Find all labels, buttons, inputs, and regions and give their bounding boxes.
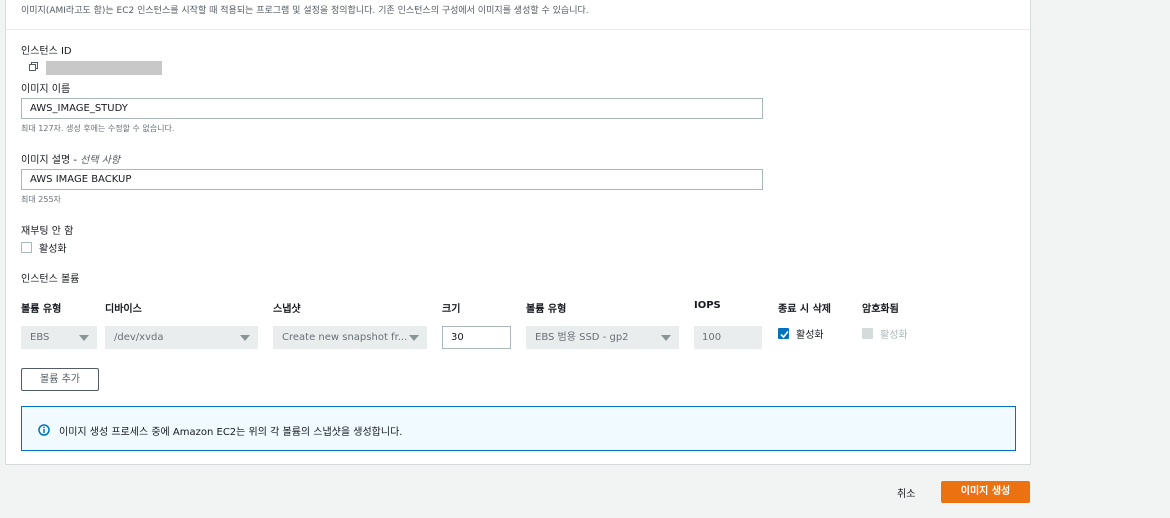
info-icon — [38, 424, 50, 436]
volume-type-value: EBS — [30, 332, 50, 343]
delete-on-termination-checkbox[interactable] — [778, 328, 789, 339]
chevron-down-icon — [79, 335, 89, 341]
chevron-down-icon — [240, 335, 250, 341]
delete-on-termination-label: 활성화 — [796, 330, 824, 341]
col-iops: IOPS — [694, 300, 721, 311]
image-name-input[interactable] — [21, 98, 763, 119]
no-reboot-checkbox-label: 활성화 — [39, 244, 67, 255]
col-volume-type: 볼륨 유형 — [21, 304, 62, 315]
col-ebs-volume-type: 볼륨 유형 — [526, 304, 567, 315]
chevron-down-icon — [409, 335, 419, 341]
image-description-label-text: 이미지 설명 - — [21, 155, 81, 166]
description-row: 이미지(AMI라고도 함)는 EC2 인스턴스를 시작할 때 적용되는 프로그램… — [6, 0, 1030, 30]
image-description-hint: 최대 255자 — [21, 195, 61, 204]
no-reboot-checkbox[interactable] — [21, 242, 32, 253]
checkmark-icon — [780, 330, 789, 339]
col-snapshot: 스냅샷 — [273, 304, 301, 315]
size-input[interactable] — [442, 326, 511, 349]
instance-id-value-redacted — [46, 61, 162, 75]
image-description-input[interactable] — [21, 169, 763, 190]
image-name-label: 이미지 이름 — [21, 84, 71, 95]
no-reboot-label: 재부팅 안 함 — [21, 226, 74, 237]
snapshot-value: Create new snapshot fr... — [282, 332, 408, 343]
info-alert: 이미지 생성 프로세스 중에 Amazon EC2는 위의 각 볼륨의 스냅샷을… — [21, 406, 1016, 451]
create-image-button[interactable]: 이미지 생성 — [941, 481, 1030, 503]
device-select[interactable]: /dev/xvda — [105, 326, 258, 349]
col-delete-on-termination: 종료 시 삭제 — [778, 304, 831, 315]
col-encrypted: 암호화됨 — [862, 304, 899, 315]
image-description-label: 이미지 설명 - 선택 사항 — [21, 151, 120, 166]
volume-type-select[interactable]: EBS — [21, 326, 97, 349]
encrypted-checkbox — [862, 328, 873, 339]
instance-volumes-label: 인스턴스 볼륨 — [21, 274, 80, 285]
device-value: /dev/xvda — [114, 332, 164, 343]
copy-icon[interactable] — [29, 62, 38, 71]
iops-field: 100 — [694, 326, 762, 349]
chevron-down-icon — [661, 335, 671, 341]
create-image-panel: 이미지(AMI라고도 함)는 EC2 인스턴스를 시작할 때 적용되는 프로그램… — [5, 0, 1031, 465]
image-name-hint: 최대 127자. 생성 후에는 수정할 수 없습니다. — [21, 124, 175, 133]
page-description: 이미지(AMI라고도 함)는 EC2 인스턴스를 시작할 때 적용되는 프로그램… — [21, 6, 589, 16]
col-size: 크기 — [442, 304, 461, 315]
cancel-button[interactable]: 취소 — [897, 485, 915, 500]
col-device: 디바이스 — [105, 304, 142, 315]
snapshot-select[interactable]: Create new snapshot fr... — [273, 326, 427, 349]
instance-id-label: 인스턴스 ID — [21, 46, 72, 57]
iops-value: 100 — [702, 332, 722, 343]
add-volume-button[interactable]: 볼륨 추가 — [21, 368, 99, 391]
encrypted-label: 활성화 — [880, 330, 908, 341]
info-text: 이미지 생성 프로세스 중에 Amazon EC2는 위의 각 볼륨의 스냅샷을… — [59, 427, 403, 438]
optional-tag: 선택 사항 — [80, 155, 121, 166]
ebs-volume-type-select[interactable]: EBS 범용 SSD - gp2 — [526, 326, 679, 349]
ebs-volume-type-value: EBS 범용 SSD - gp2 — [535, 332, 629, 343]
